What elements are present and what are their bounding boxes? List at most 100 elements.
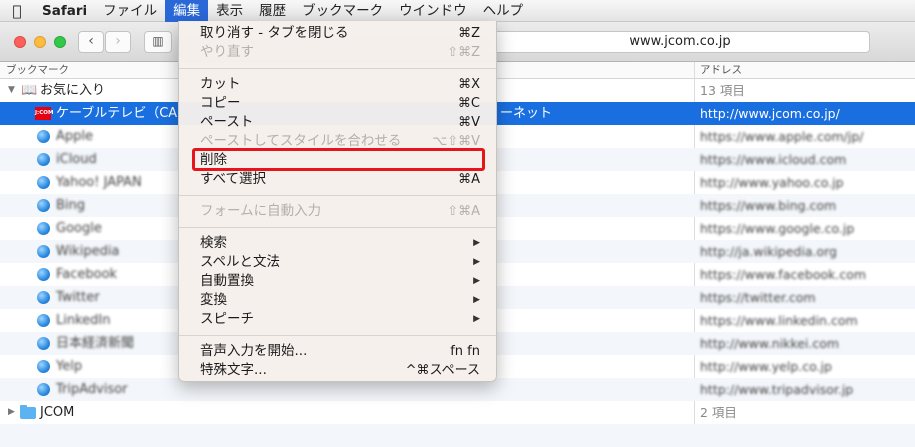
- minimize-window-button[interactable]: [34, 36, 46, 48]
- menu-item-label: 取り消す - タブを閉じる: [200, 25, 349, 41]
- bookmark-column-header[interactable]: ブックマーク: [6, 62, 69, 78]
- globe-icon: [37, 383, 50, 396]
- submenu-arrow-icon: ▶: [473, 276, 480, 286]
- menu-window[interactable]: ウインドウ: [391, 0, 475, 22]
- menu-bar:  Safari ファイル 編集 表示 履歴 ブックマーク ウインドウ ヘルプ: [0, 0, 915, 22]
- menu-item-shortcut: ⌘Z: [458, 26, 480, 41]
- bookmark-name: TripAdvisor: [56, 382, 128, 397]
- menu-item-shortcut: ⇧⌘A: [447, 204, 480, 219]
- menu-item-shortcut: ⌘A: [458, 172, 480, 187]
- menu-history[interactable]: 履歴: [251, 0, 294, 22]
- globe-icon: [37, 337, 50, 350]
- submenu-arrow-icon: ▶: [473, 295, 480, 305]
- favorites-label: お気に入り: [40, 83, 106, 98]
- menu-file[interactable]: ファイル: [95, 0, 165, 22]
- address-bar[interactable]: www.jcom.co.jp: [490, 31, 870, 53]
- menu-item-label: すべて選択: [200, 171, 267, 187]
- menu-item-transformations[interactable]: 変換 ▶: [179, 291, 496, 310]
- bookmark-name: ケーブルテレビ（CA: [56, 106, 178, 121]
- bookmark-url: https://www.icloud.com: [700, 152, 847, 167]
- menu-item-label: ペーストしてスタイルを合わせる: [200, 133, 402, 149]
- globe-icon: [37, 268, 50, 281]
- menu-item-cut[interactable]: カット ⌘X: [179, 75, 496, 94]
- menu-item-shortcut: ⌘C: [457, 96, 480, 111]
- globe-icon: [37, 245, 50, 258]
- folder-count: 2 項目: [700, 405, 737, 420]
- bookmark-name: Facebook: [56, 267, 118, 282]
- submenu-arrow-icon: ▶: [473, 314, 480, 324]
- bookmark-url: https://www.apple.com/jp/: [700, 129, 864, 144]
- forward-button[interactable]: ›: [105, 31, 131, 53]
- menu-item-label: 音声入力を開始...: [200, 343, 308, 359]
- menu-help[interactable]: ヘルプ: [475, 0, 532, 22]
- bookmark-name: Yelp: [56, 359, 83, 374]
- back-button[interactable]: ‹: [78, 31, 104, 53]
- menu-item-shortcut: fn fn: [450, 344, 480, 359]
- globe-icon: [37, 176, 50, 189]
- bookmark-name: LinkedIn: [56, 313, 111, 328]
- bookmark-url: https://www.bing.com: [700, 198, 837, 213]
- globe-icon: [37, 360, 50, 373]
- menu-item-undo[interactable]: 取り消す - タブを閉じる ⌘Z: [179, 24, 496, 43]
- book-icon: 📖: [21, 83, 38, 98]
- sidebar-toggle-icon[interactable]: ▥: [144, 31, 172, 53]
- menu-item-shortcut: ⇧⌘Z: [447, 45, 480, 60]
- edit-dropdown-menu: 取り消す - タブを閉じる ⌘Z やり直す ⇧⌘Z カット ⌘X コピー ⌘C …: [178, 21, 497, 382]
- zoom-window-button[interactable]: [54, 36, 66, 48]
- menu-item-redo: やり直す ⇧⌘Z: [179, 43, 496, 62]
- globe-icon: [37, 130, 50, 143]
- menu-item-shortcut: ⌘X: [458, 77, 480, 92]
- favorites-count: 13 項目: [700, 83, 745, 98]
- bookmark-name: 日本経済新聞: [56, 336, 135, 351]
- menu-item-label: スピーチ: [200, 311, 254, 327]
- menu-item-select-all[interactable]: すべて選択 ⌘A: [179, 170, 496, 189]
- menu-edit[interactable]: 編集: [165, 0, 209, 22]
- menu-item-dictation[interactable]: 音声入力を開始... fn fn: [179, 342, 496, 361]
- menu-item-spelling[interactable]: スペルと文法 ▶: [179, 253, 496, 272]
- menu-item-substitutions[interactable]: 自動置換 ▶: [179, 272, 496, 291]
- menu-item-label: 自動置換: [200, 273, 254, 289]
- menu-item-label: ペースト: [200, 114, 254, 130]
- menu-item-shortcut: ⌘V: [458, 115, 480, 130]
- bookmark-name: Apple: [56, 129, 94, 144]
- bookmark-url: http://www.nikkei.com: [700, 336, 840, 351]
- menu-item-paste[interactable]: ペースト ⌘V: [179, 113, 496, 132]
- address-column-header[interactable]: アドレス: [700, 62, 742, 78]
- menu-safari[interactable]: Safari: [34, 0, 95, 22]
- menu-item-label: カット: [200, 76, 241, 92]
- close-window-button[interactable]: [14, 36, 26, 48]
- bookmark-name: Google: [56, 221, 102, 236]
- bookmark-url: https://www.facebook.com: [700, 267, 867, 282]
- menu-item-shortcut: ^⌘スペース: [405, 363, 480, 378]
- menu-item-autofill: フォームに自動入力 ⇧⌘A: [179, 202, 496, 221]
- jcom-folder-row[interactable]: ▶ JCOM 2 項目: [0, 401, 915, 424]
- menu-item-speech[interactable]: スピーチ ▶: [179, 310, 496, 329]
- menu-item-label: 特殊文字...: [200, 362, 267, 378]
- bookmark-name: Yahoo! JAPAN: [56, 175, 142, 190]
- jcom-favicon-icon: J:COM: [35, 107, 53, 120]
- apple-logo-icon[interactable]: : [0, 2, 34, 20]
- disclosure-triangle-icon[interactable]: ▶: [8, 401, 15, 424]
- bookmark-url: http://ja.wikipedia.org: [700, 244, 837, 259]
- menu-item-label: 変換: [200, 292, 227, 308]
- bookmark-name: Wikipedia: [56, 244, 120, 259]
- menu-bookmarks[interactable]: ブックマーク: [294, 0, 391, 22]
- menu-item-label: フォームに自動入力: [200, 203, 322, 219]
- menu-separator: [179, 195, 496, 196]
- menu-item-find[interactable]: 検索 ▶: [179, 234, 496, 253]
- bookmark-url: https://www.google.co.jp: [700, 221, 855, 236]
- annotation-highlight-box: [192, 148, 485, 171]
- disclosure-triangle-icon[interactable]: ▼: [8, 79, 15, 102]
- bookmark-url: http://www.yahoo.co.jp: [700, 175, 844, 190]
- submenu-arrow-icon: ▶: [473, 238, 480, 248]
- bookmark-name: iCloud: [56, 152, 97, 167]
- menu-item-label: コピー: [200, 95, 241, 111]
- menu-view[interactable]: 表示: [208, 0, 251, 22]
- folder-label: JCOM: [40, 405, 75, 420]
- bookmark-url: https://www.linkedin.com: [700, 313, 858, 328]
- menu-separator: [179, 335, 496, 336]
- menu-item-copy[interactable]: コピー ⌘C: [179, 94, 496, 113]
- bookmark-url: https://twitter.com: [700, 290, 816, 305]
- menu-item-special-characters[interactable]: 特殊文字... ^⌘スペース: [179, 361, 496, 380]
- globe-icon: [37, 291, 50, 304]
